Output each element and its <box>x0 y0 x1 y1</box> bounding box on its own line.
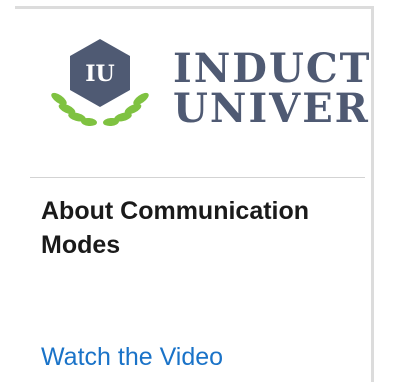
brand-name-line-1: INDUCTIVE <box>173 45 371 92</box>
inductive-university-card: IU INDUCTIVE UNIVERSITY About Communicat… <box>15 9 371 382</box>
page: IU INDUCTIVE UNIVERSITY About Communicat… <box>0 0 406 382</box>
logo-monogram: IU <box>85 61 114 87</box>
watch-video-link[interactable]: Watch the Video <box>41 341 223 373</box>
divider <box>30 177 365 178</box>
brand-name-line-2: UNIVERSITY <box>173 85 371 132</box>
frame-border-right <box>371 6 374 382</box>
page-title: About Communication Modes <box>41 197 310 259</box>
inductive-university-logo-icon: IU <box>51 39 149 127</box>
